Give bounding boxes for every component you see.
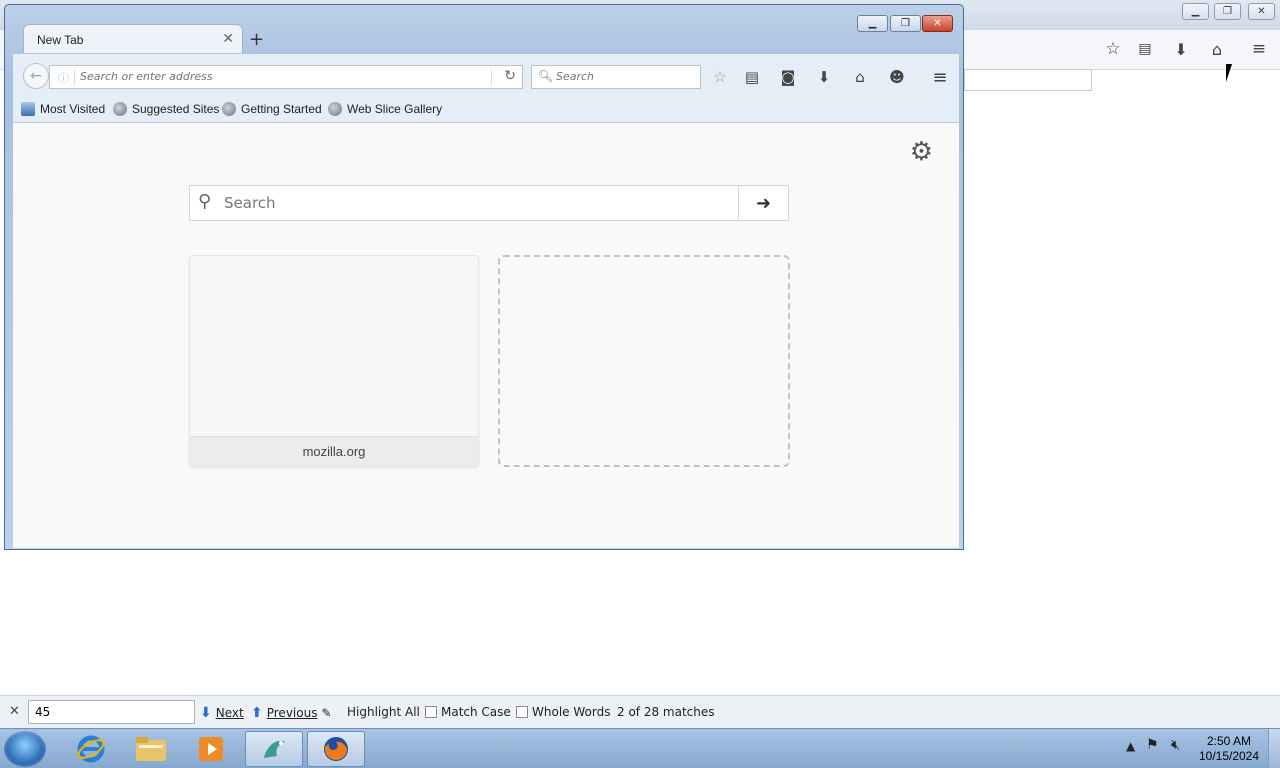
highlight-all-button[interactable]: Highlight All (347, 705, 420, 719)
globe-icon (328, 102, 342, 116)
globe-icon (113, 102, 127, 116)
background-restore-button[interactable]: ❐ (1214, 3, 1241, 20)
match-status: 2 of 28 matches (617, 705, 715, 719)
match-case-label: Match Case (441, 705, 511, 719)
gear-icon[interactable]: ⚙ (910, 137, 933, 167)
tile-label: mozilla.org (190, 436, 478, 466)
down-arrow-icon: ⬇ (200, 705, 212, 721)
home-icon[interactable]: ⌂ (849, 66, 871, 88)
bookmarks-toolbar: Most Visited Suggested Sites Getting Sta… (13, 97, 959, 123)
bookmark-label: Suggested Sites (132, 102, 220, 116)
search-icon: ⚲ (198, 191, 212, 212)
firefox-icon[interactable] (307, 731, 365, 767)
maximize-button[interactable]: ❐ (890, 15, 921, 32)
whole-words-checkbox[interactable]: Whole Words (516, 705, 610, 719)
app-icon-dragon[interactable] (245, 731, 303, 767)
checkbox-box[interactable] (425, 706, 437, 718)
newtab-search-box[interactable]: ⚲ ➜ (189, 185, 789, 221)
find-input[interactable] (28, 700, 195, 724)
newtab-search-input[interactable] (224, 194, 724, 212)
new-tab-page: ⚙ ⚲ ➜ mozilla.org (13, 123, 959, 548)
find-next-label: Next (215, 706, 244, 720)
bookmark-star-icon[interactable]: ☆ (709, 66, 731, 88)
browser-window: ▁ ❐ ✕ New Tab ✕ + ← ⓘ ↻ 🔍︎ ☆ ▤ ◙ ⬇ ⌂ ☻ ≡… (4, 4, 964, 550)
address-bar[interactable]: ⓘ ↻ (49, 65, 523, 89)
whole-words-label: Whole Words (532, 705, 611, 719)
reload-icon[interactable]: ↻ (504, 68, 516, 84)
back-arrow-icon[interactable]: ← (23, 63, 49, 89)
match-case-checkbox[interactable]: Match Case (425, 705, 511, 719)
home-icon[interactable]: ⌂ (1206, 38, 1228, 60)
search-input[interactable] (556, 70, 696, 83)
download-icon[interactable]: ⬇ (1170, 38, 1192, 60)
chat-icon[interactable]: ☻ (886, 66, 908, 88)
find-bar: ✕ ⬇ Next ⬆ Previous ✎ Highlight All Matc… (0, 695, 1280, 728)
download-icon[interactable]: ⬇ (813, 66, 835, 88)
bookmark-suggested-sites[interactable]: Suggested Sites (113, 102, 219, 116)
clock-time: 2:50 AM (1206, 734, 1252, 748)
background-minimize-button[interactable]: ▁ (1182, 3, 1209, 20)
tab-title: New Tab (37, 33, 84, 47)
menu-icon[interactable]: ≡ (929, 66, 951, 88)
globe-icon (222, 102, 236, 116)
media-player-icon[interactable] (182, 731, 240, 767)
action-center-flag-icon[interactable]: ⚑ (1146, 737, 1159, 753)
bookmark-label: Web Slice Gallery (347, 102, 443, 116)
site-info-icon[interactable]: ⓘ (58, 70, 69, 86)
close-tab-icon[interactable]: ✕ (222, 31, 234, 47)
checkbox-box[interactable] (516, 706, 528, 718)
clock-date: 10/15/2024 (1198, 749, 1260, 763)
bookmark-web-slice-gallery[interactable]: Web Slice Gallery (328, 102, 442, 116)
menu-icon[interactable]: ≡ (1248, 38, 1270, 60)
bookmark-label: Most Visited (40, 102, 106, 116)
pocket-icon[interactable]: ◙ (777, 66, 799, 88)
mouse-cursor (1226, 64, 1238, 82)
match-status-text: 2 of 28 matches (617, 705, 715, 719)
url-input[interactable] (80, 70, 480, 83)
highlight-all-label: Highlight All (347, 705, 420, 719)
volume-muted-icon[interactable]: 🔇︎ (1171, 737, 1180, 753)
empty-tile-placeholder (498, 255, 790, 467)
search-icon: 🔍︎ (538, 69, 554, 83)
close-find-bar-icon[interactable]: ✕ (9, 704, 20, 719)
search-go-arrow-icon[interactable]: ➜ (738, 186, 788, 220)
most-visited-icon (21, 102, 35, 116)
show-desktop-button[interactable] (1268, 729, 1280, 768)
site-tile[interactable]: mozilla.org (189, 255, 479, 467)
tab-new-tab[interactable]: New Tab ✕ (23, 24, 243, 54)
bookmark-getting-started[interactable]: Getting Started (222, 102, 322, 116)
url-separator (74, 69, 75, 85)
file-explorer-icon[interactable] (122, 731, 180, 767)
find-next-button[interactable]: ⬇ Next (200, 705, 244, 721)
system-clock[interactable]: 2:50 AM 10/15/2024 (1196, 734, 1262, 764)
taskbar: ▲ ⚑ 🔇︎ 2:50 AM 10/15/2024 (0, 728, 1280, 768)
star-icon[interactable]: ☆ (1102, 38, 1124, 60)
start-button[interactable] (4, 731, 46, 767)
bookmark-most-visited[interactable]: Most Visited (21, 102, 105, 116)
close-window-button[interactable]: ✕ (922, 15, 953, 32)
navigation-toolbar: ← ⓘ ↻ 🔍︎ ☆ ▤ ◙ ⬇ ⌂ ☻ ≡ (13, 53, 959, 97)
reading-list-icon[interactable]: ▤ (1134, 38, 1156, 60)
background-close-button[interactable]: ✕ (1248, 3, 1275, 20)
up-arrow-icon: ⬆ (251, 705, 263, 721)
show-hidden-icons-chevron-icon[interactable]: ▲ (1126, 739, 1135, 753)
find-previous-button[interactable]: ⬆ Previous ✎ (251, 705, 332, 721)
search-box[interactable]: 🔍︎ (531, 65, 701, 89)
find-previous-label: Previous (266, 706, 318, 720)
bookmark-label: Getting Started (241, 102, 322, 116)
new-tab-plus-icon[interactable]: + (249, 29, 264, 50)
reload-separator (491, 69, 492, 85)
reading-list-icon[interactable]: ▤ (741, 66, 763, 88)
pencil-icon: ✎ (321, 706, 332, 720)
background-url-bar[interactable] (964, 69, 1092, 91)
minimize-button[interactable]: ▁ (857, 15, 888, 32)
internet-explorer-icon[interactable] (62, 731, 120, 767)
